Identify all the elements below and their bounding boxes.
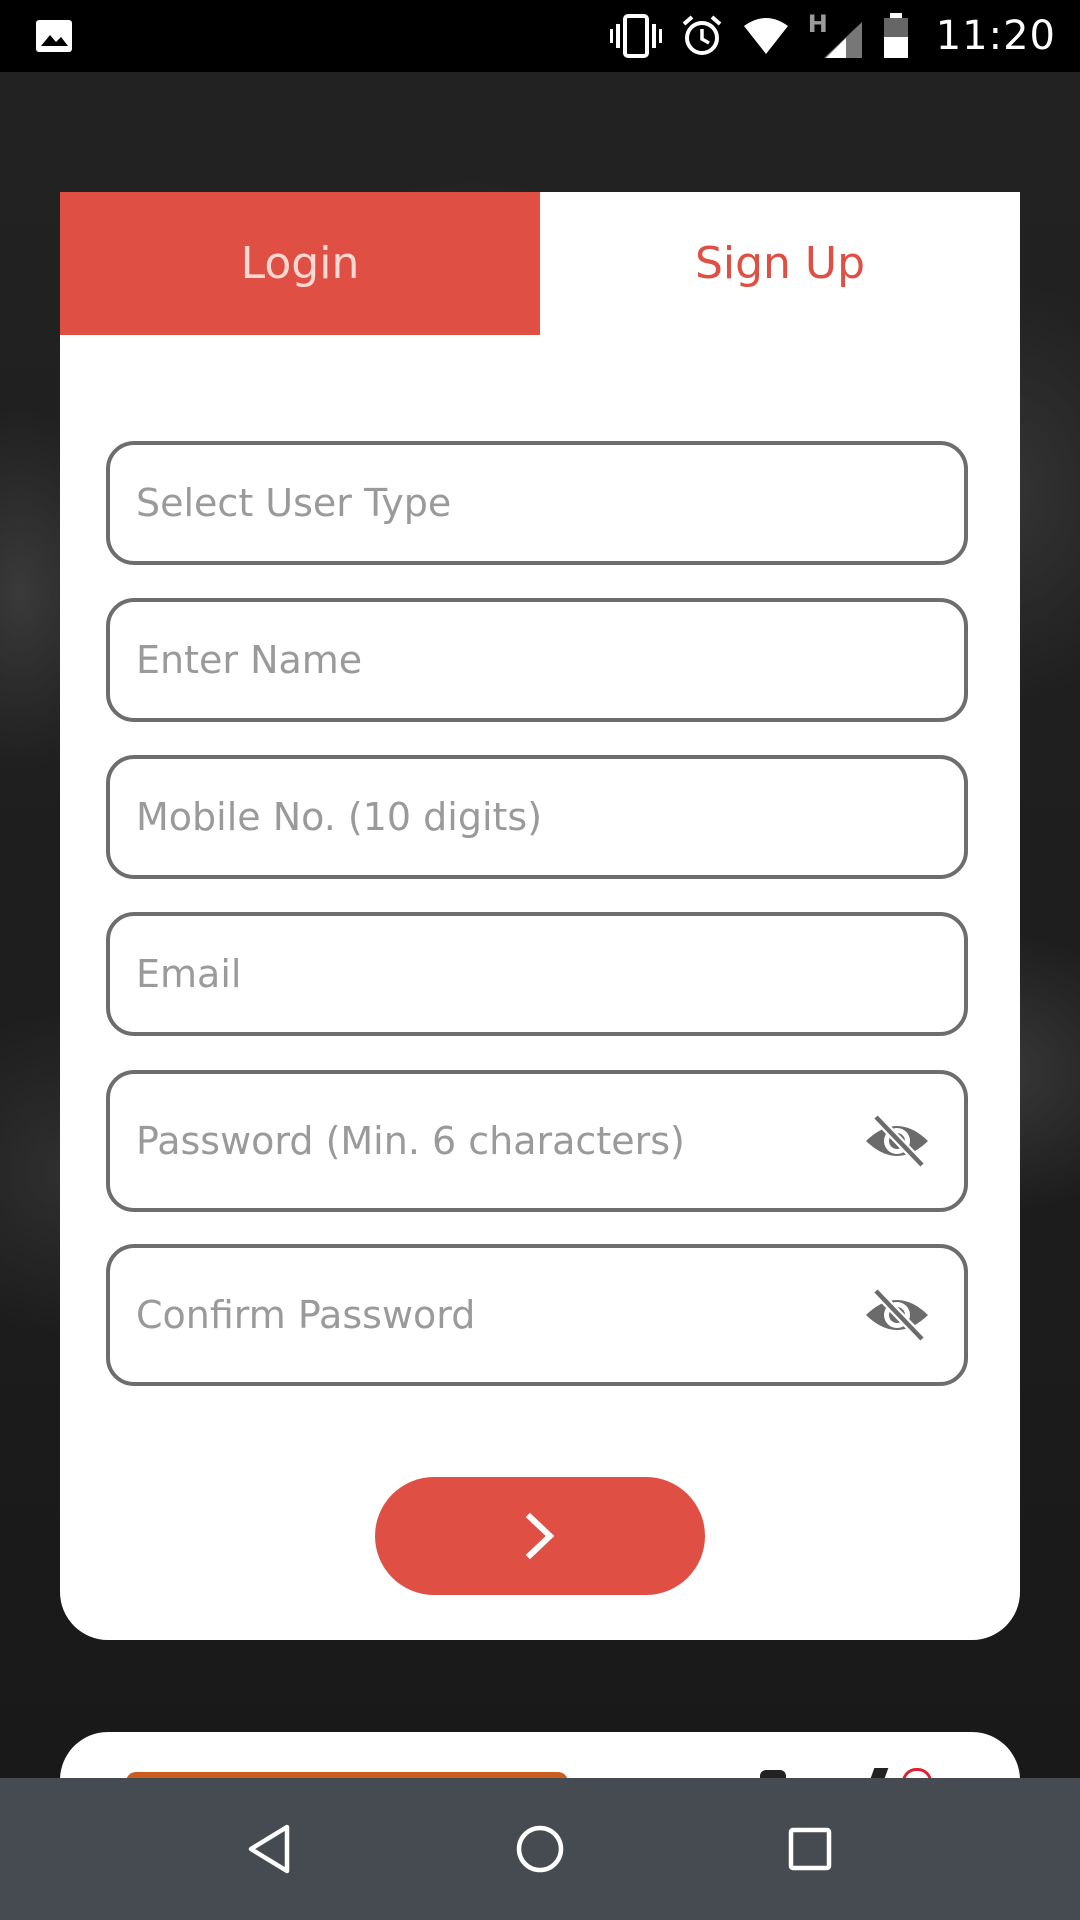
wifi-icon: [743, 18, 788, 54]
mobile-field[interactable]: [106, 755, 968, 879]
vibrate-icon: [609, 14, 662, 58]
battery-icon: [883, 13, 908, 58]
auth-tabs: Login Sign Up: [60, 192, 1020, 335]
auth-card: Login Sign Up: [60, 192, 1020, 1640]
eye-off-icon[interactable]: [864, 1287, 930, 1343]
status-time: 11:20: [935, 13, 1056, 59]
recents-icon: [788, 1827, 832, 1871]
home-icon: [516, 1825, 564, 1873]
tab-login[interactable]: Login: [60, 192, 540, 335]
password-input[interactable]: [136, 1074, 896, 1208]
image-icon: [36, 20, 72, 52]
back-button[interactable]: [235, 1814, 305, 1884]
email-input[interactable]: [136, 916, 896, 1032]
recents-button[interactable]: [775, 1814, 845, 1884]
name-input[interactable]: [136, 602, 896, 718]
navigation-bar: [0, 1778, 1080, 1920]
signal-icon: [823, 22, 862, 58]
signal-indicator: H: [808, 10, 864, 58]
status-bar: H 11:20: [0, 0, 1080, 72]
back-icon: [248, 1824, 290, 1874]
name-field[interactable]: [106, 598, 968, 722]
email-field[interactable]: [106, 912, 968, 1036]
chevron-right-icon: [525, 1512, 555, 1560]
submit-button[interactable]: [375, 1477, 705, 1595]
tab-signup[interactable]: Sign Up: [540, 192, 1020, 335]
user-type-select[interactable]: [106, 441, 968, 565]
eye-off-icon[interactable]: [864, 1113, 930, 1169]
mobile-input[interactable]: [136, 759, 896, 875]
alarm-icon: [682, 15, 722, 55]
confirm-password-field[interactable]: [106, 1244, 968, 1386]
user-type-input[interactable]: [136, 445, 896, 561]
home-button[interactable]: [505, 1814, 575, 1884]
password-field[interactable]: [106, 1070, 968, 1212]
confirm-password-input[interactable]: [136, 1248, 896, 1382]
